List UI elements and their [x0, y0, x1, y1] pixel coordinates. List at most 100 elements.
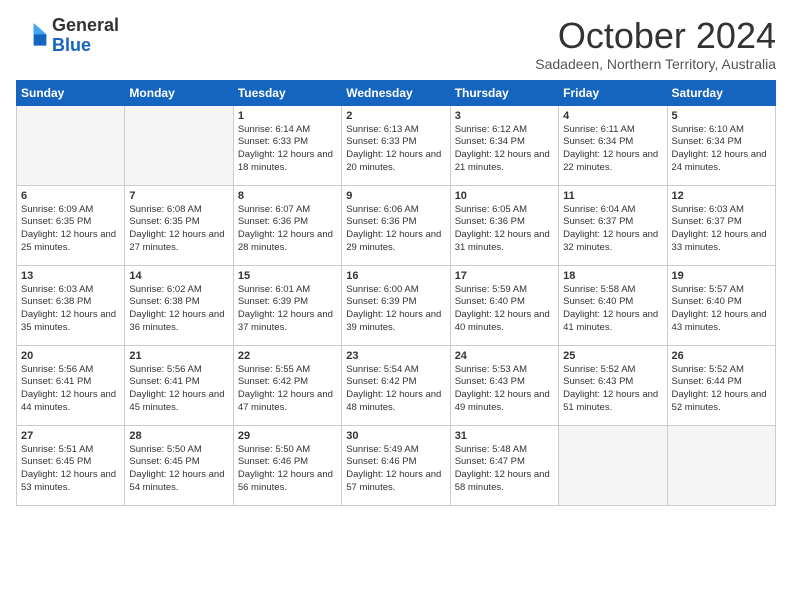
calendar-day-cell: 26 Sunrise: 5:52 AM Sunset: 6:44 PM Dayli… [667, 345, 775, 425]
day-number: 25 [563, 350, 662, 362]
day-number: 31 [455, 430, 554, 442]
page-header: General Blue October 2024 Sadadeen, Nort… [16, 16, 776, 72]
day-info: Sunrise: 5:53 AM Sunset: 6:43 PM Dayligh… [455, 364, 554, 415]
day-info: Sunrise: 5:51 AM Sunset: 6:45 PM Dayligh… [21, 444, 120, 495]
calendar-table: SundayMondayTuesdayWednesdayThursdayFrid… [16, 80, 776, 506]
day-info: Sunrise: 6:12 AM Sunset: 6:34 PM Dayligh… [455, 124, 554, 175]
calendar-day-cell: 2Sunrise: 6:13 AM Sunset: 6:33 PM Daylig… [342, 105, 450, 185]
day-number: 13 [21, 270, 120, 282]
calendar-week-row: 1 Sunrise: 6:14 AM Sunset: 6:33 PM Daylig… [17, 105, 776, 185]
day-info: Sunrise: 5:55 AM Sunset: 6:42 PM Dayligh… [238, 364, 337, 415]
logo-text: General Blue [52, 16, 119, 56]
calendar-week-row: 13 Sunrise: 6:03 AM Sunset: 6:38 PM Dayli… [17, 265, 776, 345]
day-info: Sunrise: 6:05 AM Sunset: 6:36 PM Dayligh… [455, 204, 554, 255]
day-number: 22 [238, 350, 337, 362]
day-info: Sunrise: 6:03 AM Sunset: 6:37 PM Dayligh… [672, 204, 771, 255]
day-number: 15 [238, 270, 337, 282]
calendar-day-cell: 11Sunrise: 6:04 AM Sunset: 6:37 PM Dayli… [559, 185, 667, 265]
day-number: 27 [21, 430, 120, 442]
day-info: Sunrise: 5:57 AM Sunset: 6:40 PM Dayligh… [672, 284, 771, 335]
day-number: 16 [346, 270, 445, 282]
weekday-header: Thursday [450, 80, 558, 105]
calendar-day-cell: 8 Sunrise: 6:07 AM Sunset: 6:36 PM Daylig… [233, 185, 341, 265]
day-info: Sunrise: 5:52 AM Sunset: 6:43 PM Dayligh… [563, 364, 662, 415]
day-info: Sunrise: 5:52 AM Sunset: 6:44 PM Dayligh… [672, 364, 771, 415]
day-number: 8 [238, 190, 337, 202]
day-number: 28 [129, 430, 228, 442]
calendar-day-cell: 17Sunrise: 5:59 AM Sunset: 6:40 PM Dayli… [450, 265, 558, 345]
calendar-day-cell [559, 425, 667, 505]
day-info: Sunrise: 6:14 AM Sunset: 6:33 PM Dayligh… [238, 124, 337, 175]
day-info: Sunrise: 6:09 AM Sunset: 6:35 PM Dayligh… [21, 204, 120, 255]
calendar-day-cell: 30 Sunrise: 5:49 AM Sunset: 6:46 PM Dayli… [342, 425, 450, 505]
calendar-week-row: 20 Sunrise: 5:56 AM Sunset: 6:41 PM Dayli… [17, 345, 776, 425]
calendar-header: SundayMondayTuesdayWednesdayThursdayFrid… [17, 80, 776, 105]
calendar-day-cell: 21 Sunrise: 5:56 AM Sunset: 6:41 PM Dayli… [125, 345, 233, 425]
title-block: October 2024 Sadadeen, Northern Territor… [535, 16, 776, 72]
calendar-day-cell: 24 Sunrise: 5:53 AM Sunset: 6:43 PM Dayli… [450, 345, 558, 425]
day-info: Sunrise: 5:56 AM Sunset: 6:41 PM Dayligh… [129, 364, 228, 415]
day-info: Sunrise: 5:50 AM Sunset: 6:46 PM Dayligh… [238, 444, 337, 495]
calendar-day-cell: 13 Sunrise: 6:03 AM Sunset: 6:38 PM Dayli… [17, 265, 125, 345]
calendar-day-cell: 12 Sunrise: 6:03 AM Sunset: 6:37 PM Dayli… [667, 185, 775, 265]
day-number: 9 [346, 190, 445, 202]
calendar-day-cell: 18 Sunrise: 5:58 AM Sunset: 6:40 PM Dayli… [559, 265, 667, 345]
day-number: 26 [672, 350, 771, 362]
day-info: Sunrise: 5:58 AM Sunset: 6:40 PM Dayligh… [563, 284, 662, 335]
logo-icon [16, 20, 48, 52]
day-number: 3 [455, 110, 554, 122]
calendar-day-cell: 25 Sunrise: 5:52 AM Sunset: 6:43 PM Dayli… [559, 345, 667, 425]
calendar-day-cell: 5Sunrise: 6:10 AM Sunset: 6:34 PM Daylig… [667, 105, 775, 185]
weekday-header: Saturday [667, 80, 775, 105]
day-info: Sunrise: 6:10 AM Sunset: 6:34 PM Dayligh… [672, 124, 771, 175]
day-number: 7 [129, 190, 228, 202]
day-info: Sunrise: 6:07 AM Sunset: 6:36 PM Dayligh… [238, 204, 337, 255]
day-number: 12 [672, 190, 771, 202]
calendar-day-cell [17, 105, 125, 185]
calendar-day-cell: 4 Sunrise: 6:11 AM Sunset: 6:34 PM Daylig… [559, 105, 667, 185]
calendar-day-cell [667, 425, 775, 505]
calendar-week-row: 6 Sunrise: 6:09 AM Sunset: 6:35 PM Daylig… [17, 185, 776, 265]
day-info: Sunrise: 6:06 AM Sunset: 6:36 PM Dayligh… [346, 204, 445, 255]
day-info: Sunrise: 6:01 AM Sunset: 6:39 PM Dayligh… [238, 284, 337, 335]
day-number: 30 [346, 430, 445, 442]
day-number: 24 [455, 350, 554, 362]
calendar-week-row: 27 Sunrise: 5:51 AM Sunset: 6:45 PM Dayli… [17, 425, 776, 505]
day-number: 21 [129, 350, 228, 362]
day-number: 14 [129, 270, 228, 282]
weekday-header: Friday [559, 80, 667, 105]
day-number: 4 [563, 110, 662, 122]
weekday-header: Tuesday [233, 80, 341, 105]
day-info: Sunrise: 6:08 AM Sunset: 6:35 PM Dayligh… [129, 204, 228, 255]
calendar-day-cell [125, 105, 233, 185]
calendar-day-cell: 31 Sunrise: 5:48 AM Sunset: 6:47 PM Dayli… [450, 425, 558, 505]
day-number: 18 [563, 270, 662, 282]
day-number: 19 [672, 270, 771, 282]
day-number: 17 [455, 270, 554, 282]
day-info: Sunrise: 5:48 AM Sunset: 6:47 PM Dayligh… [455, 444, 554, 495]
day-number: 6 [21, 190, 120, 202]
day-info: Sunrise: 5:49 AM Sunset: 6:46 PM Dayligh… [346, 444, 445, 495]
calendar-day-cell: 7 Sunrise: 6:08 AM Sunset: 6:35 PM Daylig… [125, 185, 233, 265]
day-info: Sunrise: 5:54 AM Sunset: 6:42 PM Dayligh… [346, 364, 445, 415]
calendar-day-cell: 22 Sunrise: 5:55 AM Sunset: 6:42 PM Dayli… [233, 345, 341, 425]
day-number: 20 [21, 350, 120, 362]
day-number: 1 [238, 110, 337, 122]
calendar-day-cell: 3 Sunrise: 6:12 AM Sunset: 6:34 PM Daylig… [450, 105, 558, 185]
day-info: Sunrise: 6:04 AM Sunset: 6:37 PM Dayligh… [563, 204, 662, 255]
day-info: Sunrise: 5:56 AM Sunset: 6:41 PM Dayligh… [21, 364, 120, 415]
calendar-day-cell: 20 Sunrise: 5:56 AM Sunset: 6:41 PM Dayli… [17, 345, 125, 425]
calendar-day-cell: 1 Sunrise: 6:14 AM Sunset: 6:33 PM Daylig… [233, 105, 341, 185]
day-info: Sunrise: 6:00 AM Sunset: 6:39 PM Dayligh… [346, 284, 445, 335]
logo: General Blue [16, 16, 119, 56]
weekday-header: Wednesday [342, 80, 450, 105]
day-info: Sunrise: 6:03 AM Sunset: 6:38 PM Dayligh… [21, 284, 120, 335]
calendar-day-cell: 29 Sunrise: 5:50 AM Sunset: 6:46 PM Dayli… [233, 425, 341, 505]
month-title: October 2024 [535, 16, 776, 56]
day-number: 29 [238, 430, 337, 442]
day-number: 10 [455, 190, 554, 202]
calendar-day-cell: 27 Sunrise: 5:51 AM Sunset: 6:45 PM Dayli… [17, 425, 125, 505]
calendar-day-cell: 16 Sunrise: 6:00 AM Sunset: 6:39 PM Dayli… [342, 265, 450, 345]
day-info: Sunrise: 6:11 AM Sunset: 6:34 PM Dayligh… [563, 124, 662, 175]
day-number: 23 [346, 350, 445, 362]
